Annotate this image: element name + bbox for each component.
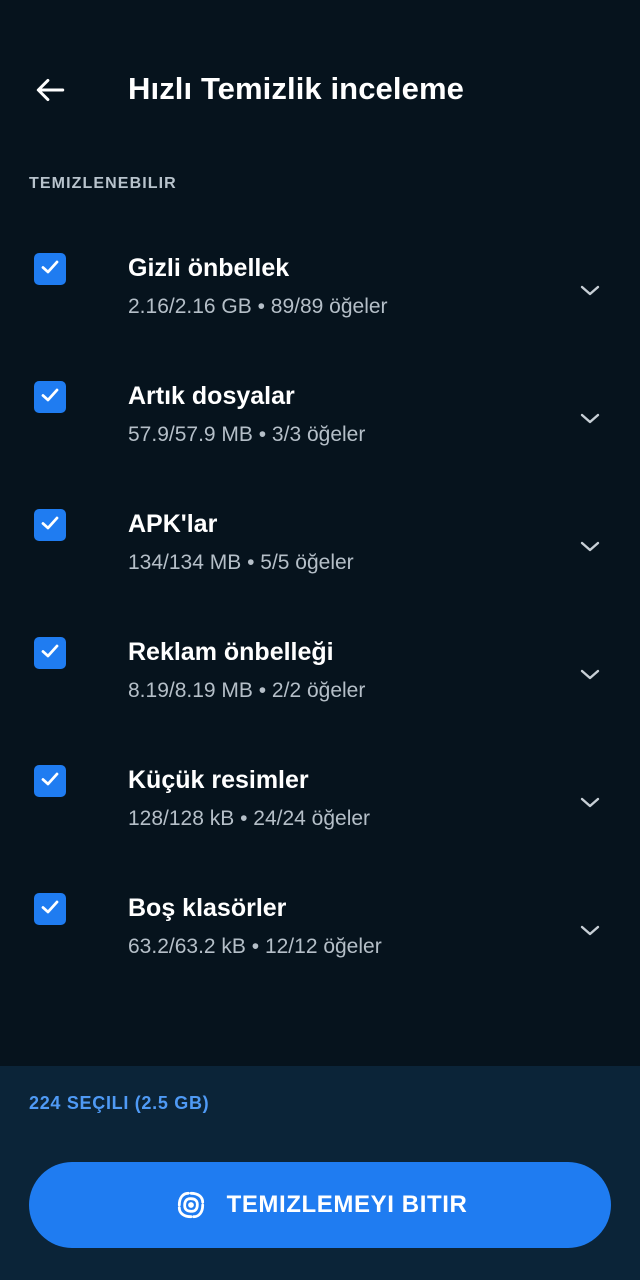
item-name: Küçük resimler	[128, 766, 309, 794]
item-checkbox[interactable]	[34, 637, 66, 669]
item-name: Gizli önbellek	[128, 254, 290, 282]
expand-button[interactable]	[566, 789, 614, 821]
item-checkbox[interactable]	[34, 253, 66, 285]
expand-button[interactable]	[566, 661, 614, 693]
checkmark-icon	[38, 383, 62, 412]
item-name: Boş klasörler	[128, 894, 287, 922]
chevron-down-icon	[578, 279, 602, 308]
cleaning-swirl-icon	[173, 1187, 209, 1223]
item-name: Artık dosyalar	[128, 382, 295, 410]
chevron-down-icon	[578, 407, 602, 436]
item-name: Reklam önbelleği	[128, 638, 334, 666]
item-checkbox[interactable]	[34, 893, 66, 925]
app-header: Hızlı Temizlik inceleme	[0, 0, 640, 185]
item-detail: 57.9/57.9 MB • 3/3 öğeler	[128, 423, 366, 446]
checkmark-icon	[38, 255, 62, 284]
checkmark-icon	[38, 511, 62, 540]
cleanup-item-thumbnails[interactable]: Küçük resimler 128/128 kB • 24/24 öğeler	[0, 741, 640, 851]
item-checkbox[interactable]	[34, 509, 66, 541]
checkmark-icon	[38, 895, 62, 924]
page-title: Hızlı Temizlik inceleme	[128, 71, 464, 106]
expand-button[interactable]	[566, 917, 614, 949]
selected-summary: 224 SEÇILI (2.5 GB)	[29, 1093, 210, 1113]
chevron-down-icon	[578, 535, 602, 564]
item-name: APK'lar	[128, 510, 218, 538]
arrow-left-icon	[33, 73, 67, 112]
expand-button[interactable]	[566, 277, 614, 309]
checkmark-icon	[38, 639, 62, 668]
checkmark-icon	[38, 767, 62, 796]
section-label: TEMIZLENEBILIR	[29, 175, 177, 192]
chevron-down-icon	[578, 919, 602, 948]
back-button[interactable]	[24, 64, 76, 120]
finish-cleaning-button[interactable]: TEMIZLEMEYI BITIR	[29, 1162, 611, 1248]
cleanup-item-apks[interactable]: APK'lar 134/134 MB • 5/5 öğeler	[0, 485, 640, 595]
bottom-action-panel: 224 SEÇILI (2.5 GB) TEMIZLEMEYI BITIR	[0, 1066, 640, 1280]
cleanup-item-hidden-cache[interactable]: Gizli önbellek 2.16/2.16 GB • 89/89 öğel…	[0, 229, 640, 339]
item-checkbox[interactable]	[34, 765, 66, 797]
cleanup-item-empty-folders[interactable]: Boş klasörler 63.2/63.2 kB • 12/12 öğele…	[0, 869, 640, 979]
item-detail: 8.19/8.19 MB • 2/2 öğeler	[128, 679, 366, 702]
expand-button[interactable]	[566, 533, 614, 565]
chevron-down-icon	[578, 791, 602, 820]
cleanup-item-ad-cache[interactable]: Reklam önbelleği 8.19/8.19 MB • 2/2 öğel…	[0, 613, 640, 723]
item-detail: 63.2/63.2 kB • 12/12 öğeler	[128, 935, 382, 958]
expand-button[interactable]	[566, 405, 614, 437]
chevron-down-icon	[578, 663, 602, 692]
cleanup-item-residual-files[interactable]: Artık dosyalar 57.9/57.9 MB • 3/3 öğeler	[0, 357, 640, 467]
item-detail: 128/128 kB • 24/24 öğeler	[128, 807, 371, 830]
finish-button-label: TEMIZLEMEYI BITIR	[226, 1191, 468, 1218]
item-checkbox[interactable]	[34, 381, 66, 413]
item-detail: 2.16/2.16 GB • 89/89 öğeler	[128, 295, 388, 318]
item-detail: 134/134 MB • 5/5 öğeler	[128, 551, 354, 574]
